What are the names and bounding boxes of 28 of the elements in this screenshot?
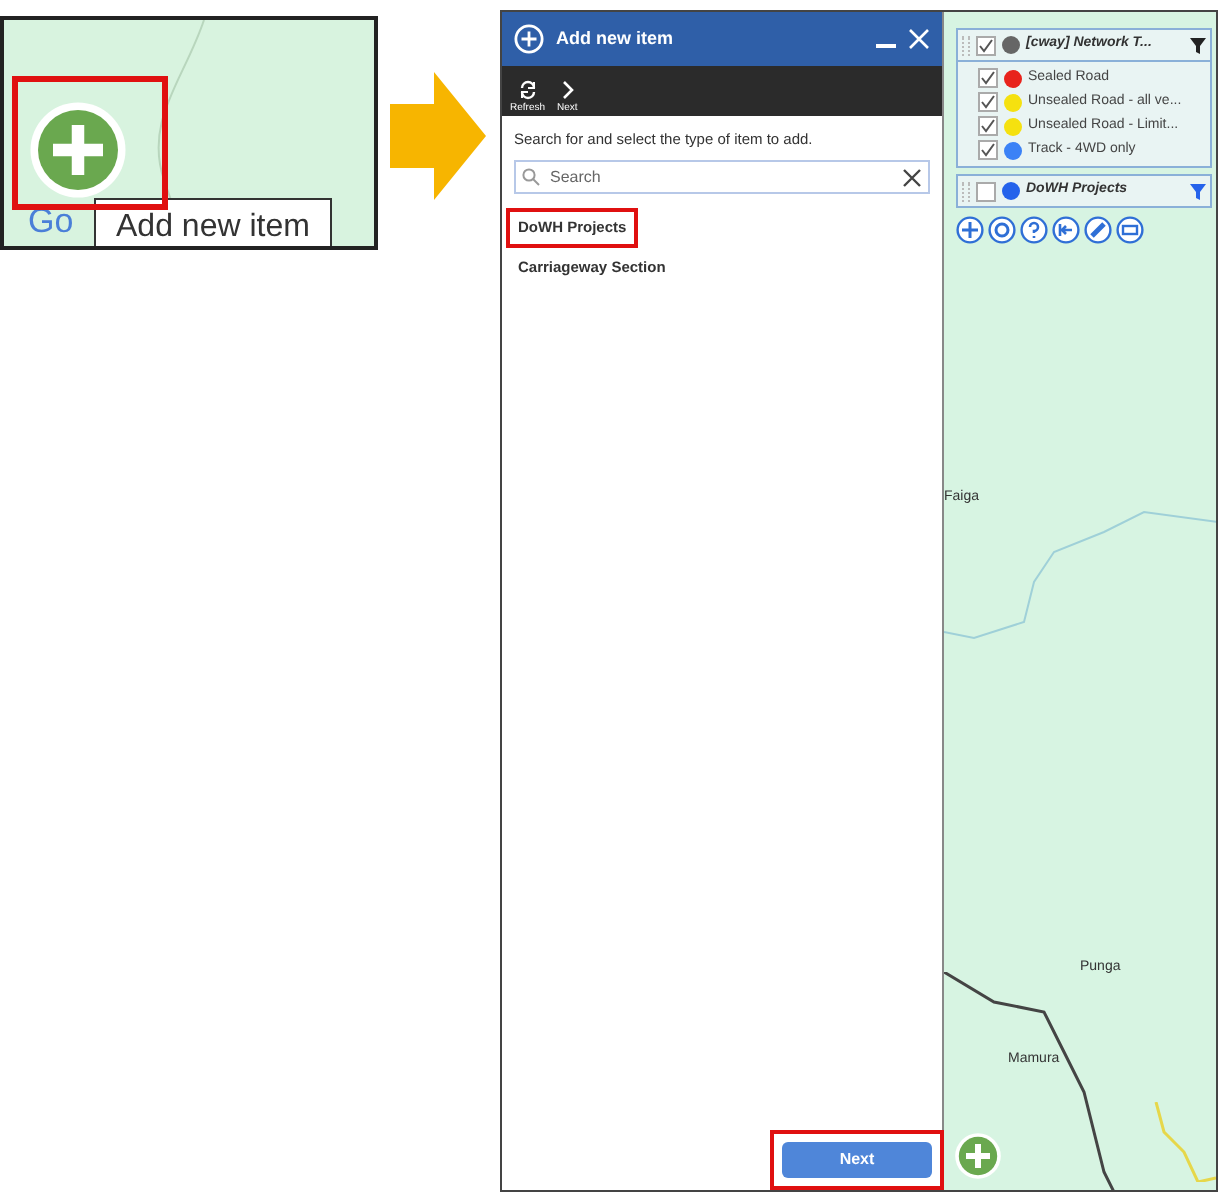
checkbox[interactable] bbox=[978, 92, 998, 112]
add-button[interactable] bbox=[954, 1132, 1002, 1180]
plus-circle-icon bbox=[514, 24, 544, 54]
window-title: Add new item bbox=[556, 25, 676, 52]
chevron-right-icon bbox=[557, 80, 578, 100]
checkbox[interactable] bbox=[978, 140, 998, 160]
clear-icon[interactable] bbox=[902, 167, 922, 188]
search-icon bbox=[522, 168, 540, 187]
arrow-icon bbox=[390, 72, 486, 200]
collapse-icon[interactable] bbox=[1052, 216, 1080, 244]
drag-handle-icon[interactable] bbox=[962, 35, 970, 55]
minimize-button[interactable] bbox=[876, 43, 896, 47]
pencil-icon[interactable] bbox=[1084, 216, 1112, 244]
drag-handle-icon[interactable] bbox=[962, 181, 970, 201]
road-line-drawing bbox=[1154, 1102, 1216, 1182]
checkbox[interactable] bbox=[976, 181, 996, 201]
add-button[interactable] bbox=[28, 100, 128, 200]
checkbox[interactable] bbox=[978, 68, 998, 88]
search-field[interactable]: Search bbox=[514, 160, 930, 195]
close-button[interactable] bbox=[908, 28, 930, 50]
checkbox[interactable] bbox=[978, 116, 998, 136]
add-icon[interactable] bbox=[956, 216, 984, 244]
filter-icon[interactable] bbox=[1190, 37, 1206, 53]
checkbox[interactable] bbox=[976, 35, 996, 55]
next-button[interactable]: Next bbox=[782, 1142, 932, 1178]
tooltip: Add new item bbox=[94, 198, 332, 246]
refresh-icon bbox=[517, 80, 538, 100]
help-icon[interactable] bbox=[1020, 216, 1048, 244]
